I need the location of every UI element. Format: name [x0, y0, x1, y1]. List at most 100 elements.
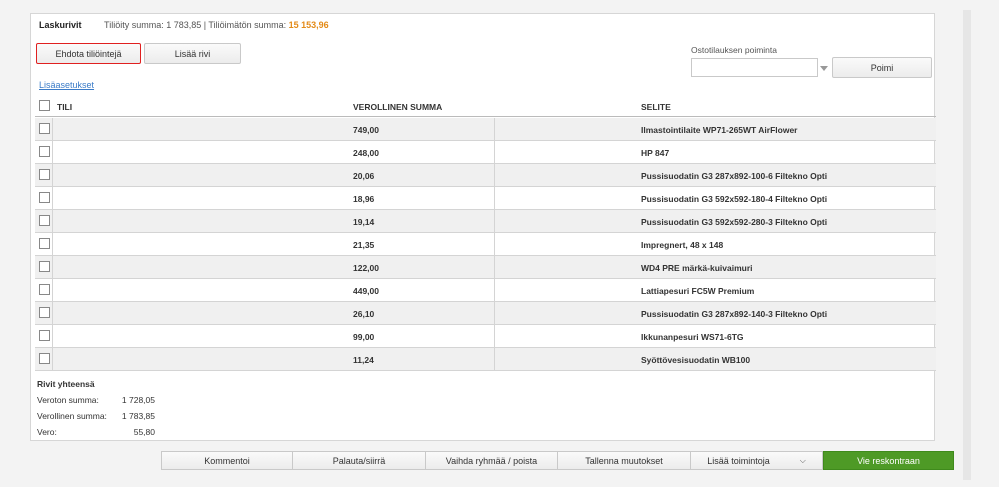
- row-description: Ikkunanpesuri WS71-6TG: [641, 332, 744, 342]
- table-row[interactable]: 122,00 WD4 PRE märkä-kuivaimuri: [35, 256, 936, 279]
- column-divider: [494, 164, 495, 186]
- row-checkbox[interactable]: [39, 238, 50, 249]
- row-checkbox[interactable]: [39, 353, 50, 364]
- row-description: WD4 PRE märkä-kuivaimuri: [641, 263, 753, 273]
- row-description: HP 847: [641, 148, 670, 158]
- vat-total-value: 55,80: [133, 427, 155, 437]
- column-header-amount: VEROLLINEN SUMMA: [353, 102, 443, 112]
- row-checkbox[interactable]: [39, 307, 50, 318]
- row-amount: 20,06: [353, 171, 375, 181]
- table-row[interactable]: 449,00 Lattiapesuri FC5W Premium: [35, 279, 936, 302]
- table-row[interactable]: 26,10 Pussisuodatin G3 287x892-140-3 Filt…: [35, 302, 936, 325]
- row-description: Ilmastointilaite WP71-265WT AirFlower: [641, 125, 798, 135]
- column-divider: [52, 164, 53, 186]
- column-divider: [52, 187, 53, 209]
- row-amount: 26,10: [353, 309, 375, 319]
- suggest-postings-button[interactable]: Ehdota tiliöintejä: [36, 43, 141, 64]
- comment-button[interactable]: Kommentoi: [161, 451, 293, 470]
- row-description: Pussisuodatin G3 287x892-140-3 Filtekno …: [641, 309, 828, 319]
- column-divider: [494, 187, 495, 209]
- submit-to-ledger-button[interactable]: Vie reskontraan: [823, 451, 954, 470]
- invoice-rows: 749,00 Ilmastointilaite WP71-265WT AirFlo…: [35, 118, 936, 371]
- row-checkbox[interactable]: [39, 215, 50, 226]
- save-changes-button[interactable]: Tallenna muutokset: [558, 451, 691, 470]
- column-divider: [52, 325, 53, 347]
- row-description: Lattiapesuri FC5W Premium: [641, 286, 755, 296]
- table-row[interactable]: 18,96 Pussisuodatin G3 592x592-180-4 Filt…: [35, 187, 936, 210]
- net-total-line: Veroton summa: 1 728,05: [37, 395, 187, 411]
- vat-total-label: Vero:: [37, 427, 57, 437]
- row-checkbox[interactable]: [39, 146, 50, 157]
- row-amount: 749,00: [353, 125, 379, 135]
- add-row-button[interactable]: Lisää rivi: [144, 43, 241, 64]
- row-amount: 99,00: [353, 332, 375, 342]
- vat-total-line: Vero: 55,80: [37, 427, 187, 443]
- return-transfer-button[interactable]: Palauta/siirrä: [293, 451, 426, 470]
- totals-title: Rivit yhteensä: [37, 379, 95, 389]
- column-divider: [494, 325, 495, 347]
- row-amount: 449,00: [353, 286, 379, 296]
- column-divider: [494, 118, 495, 140]
- net-total-value: 1 728,05: [121, 395, 155, 405]
- row-checkbox[interactable]: [39, 123, 50, 134]
- row-description: Impregnert, 48 x 148: [641, 240, 724, 250]
- invoice-rows-panel: Laskurivit Tiliöity summa: 1 783,85 | Ti…: [30, 13, 936, 443]
- column-divider: [52, 118, 53, 140]
- column-divider: [494, 256, 495, 278]
- table-row[interactable]: 11,24 Syöttövesisuodatin WB100: [35, 348, 936, 371]
- totals-section: Rivit yhteensä Veroton summa: 1 728,05 V…: [37, 379, 187, 443]
- row-checkbox[interactable]: [39, 192, 50, 203]
- table-row[interactable]: 749,00 Ilmastointilaite WP71-265WT AirFlo…: [35, 118, 936, 141]
- panel-header: Laskurivit Tiliöity summa: 1 783,85 | Ti…: [39, 20, 329, 30]
- column-divider: [52, 348, 53, 370]
- table-header: TILI VEROLLINEN SUMMA SELITE: [35, 97, 936, 117]
- gross-total-line: Verollinen summa: 1 783,85: [37, 411, 187, 427]
- column-divider: [52, 233, 53, 255]
- select-all-checkbox[interactable]: [39, 100, 50, 111]
- table-row[interactable]: 248,00 HP 847: [35, 141, 936, 164]
- more-actions-dropdown[interactable]: Lisää toimintoja ⌵: [691, 451, 823, 470]
- row-checkbox[interactable]: [39, 261, 50, 272]
- row-description: Pussisuodatin G3 592x592-280-3 Filtekno …: [641, 217, 828, 227]
- row-amount: 248,00: [353, 148, 379, 158]
- column-divider: [494, 279, 495, 301]
- column-divider: [52, 302, 53, 324]
- column-header-account: TILI: [57, 102, 73, 112]
- posting-sums: Tiliöity summa: 1 783,85 | Tiliöimätön s…: [104, 20, 329, 30]
- action-bar: Kommentoi Palauta/siirrä Vaihda ryhmää /…: [161, 451, 954, 470]
- scrollbar-track[interactable]: [963, 10, 971, 480]
- table-row[interactable]: 20,06 Pussisuodatin G3 287x892-100-6 Filt…: [35, 164, 936, 187]
- column-divider: [52, 279, 53, 301]
- pick-button[interactable]: Poimi: [832, 57, 932, 78]
- row-description: Syöttövesisuodatin WB100: [641, 355, 751, 365]
- column-divider: [494, 348, 495, 370]
- advanced-settings-link[interactable]: Lisäasetukset: [39, 80, 94, 90]
- table-row[interactable]: 21,35 Impregnert, 48 x 148: [35, 233, 936, 256]
- column-header-description: SELITE: [641, 102, 671, 112]
- row-checkbox[interactable]: [39, 330, 50, 341]
- column-divider: [494, 210, 495, 232]
- column-divider: [52, 256, 53, 278]
- row-description: Pussisuodatin G3 592x592-180-4 Filtekno …: [641, 194, 828, 204]
- purchase-order-input[interactable]: [691, 58, 818, 77]
- table-row[interactable]: 99,00 Ikkunanpesuri WS71-6TG: [35, 325, 936, 348]
- row-amount: 122,00: [353, 263, 379, 273]
- row-checkbox[interactable]: [39, 284, 50, 295]
- row-amount: 18,96: [353, 194, 375, 204]
- change-group-button[interactable]: Vaihda ryhmää / poista: [426, 451, 558, 470]
- column-divider: [494, 141, 495, 163]
- row-amount: 19,14: [353, 217, 375, 227]
- row-checkbox[interactable]: [39, 169, 50, 180]
- column-divider: [494, 302, 495, 324]
- more-actions-label: Lisää toimintoja: [707, 455, 770, 466]
- row-description: Pussisuodatin G3 287x892-100-6 Filtekno …: [641, 171, 828, 181]
- gross-total-label: Verollinen summa:: [37, 411, 107, 421]
- panel-title: Laskurivit: [39, 20, 82, 30]
- net-total-label: Veroton summa:: [37, 395, 99, 405]
- row-amount: 11,24: [353, 355, 374, 365]
- table-row[interactable]: 19,14 Pussisuodatin G3 592x592-280-3 Filt…: [35, 210, 936, 233]
- chevron-down-icon[interactable]: [820, 66, 828, 71]
- sums-text: Tiliöity summa: 1 783,85 | Tiliöimätön s…: [104, 20, 289, 30]
- column-divider: [52, 210, 53, 232]
- column-divider: [494, 233, 495, 255]
